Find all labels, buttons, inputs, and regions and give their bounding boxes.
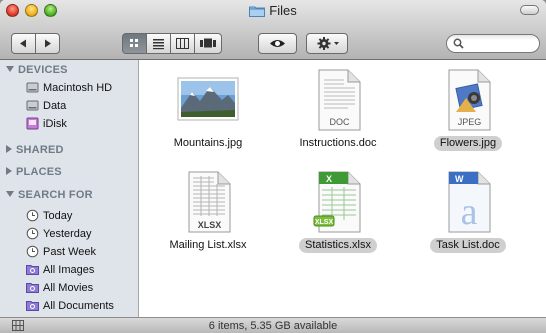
status-bar: 6 items, 5.35 GB available (0, 317, 546, 333)
sidebar-item-today[interactable]: Today (26, 208, 72, 224)
doc-badge: DOC (330, 117, 351, 127)
disclosure-triangle-icon (6, 167, 12, 176)
column-view-button[interactable] (170, 33, 195, 54)
svg-text:W: W (455, 174, 464, 184)
xlsx-badge: XLSX (315, 219, 334, 226)
toolbar-toggle-button[interactable] (520, 5, 539, 15)
hard-drive-icon (26, 82, 39, 93)
sidebar-item-yesterday[interactable]: Yesterday (26, 226, 92, 242)
file-item[interactable]: Mountains.jpg (149, 68, 267, 151)
search-input[interactable] (465, 36, 533, 51)
jpeg-badge: JPEG (458, 117, 482, 127)
sidebar-section-search-for[interactable]: SEARCH FOR (6, 188, 93, 202)
jpeg-preview-icon: JPEG (448, 69, 491, 131)
back-button[interactable] (11, 33, 36, 54)
document-icon: DOC (318, 69, 361, 131)
column-view-icon (176, 38, 189, 49)
file-name: Statistics.xlsx (298, 238, 377, 253)
disclosure-triangle-icon (6, 66, 14, 73)
file-item[interactable]: W a Task List.doc (409, 170, 527, 253)
title-toolbar: Files (0, 0, 546, 60)
file-item[interactable]: JPEG Flowers.jpg (409, 68, 527, 151)
file-name: Mailing List.xlsx (169, 239, 247, 251)
file-item[interactable]: DOC Instructions.doc (279, 68, 397, 151)
sidebar-item-idisk[interactable]: iDisk (26, 116, 67, 132)
hard-drive-icon (26, 100, 39, 111)
disclosure-triangle-icon (6, 145, 12, 154)
window-title-bar: Files (0, 2, 546, 19)
smart-folder-icon (26, 264, 39, 275)
icon-view-button[interactable] (122, 33, 147, 54)
excel-icon: X XLSX (313, 171, 361, 233)
file-item[interactable]: X XLSX Statistics.xlsx (279, 170, 397, 253)
smart-folder-icon (26, 282, 39, 293)
clock-icon (26, 227, 39, 239)
file-name: Task List.doc (430, 238, 506, 253)
search-icon (453, 38, 464, 49)
sidebar-section-places[interactable]: PLACES (6, 165, 62, 179)
idisk-icon (26, 117, 39, 130)
sidebar-item-data[interactable]: Data (26, 98, 66, 114)
xlsx-badge: XLSX (198, 220, 222, 230)
back-arrow-icon (20, 39, 26, 48)
clock-icon (26, 245, 39, 257)
chevron-down-icon (334, 42, 339, 45)
sidebar-item-all-movies[interactable]: All Movies (26, 280, 93, 296)
status-text: 6 items, 5.35 GB available (208, 320, 338, 332)
file-name: Mountains.jpg (173, 137, 243, 149)
finder-window: Files DEVICES Macintosh HD Data iDisk SH… (0, 0, 546, 333)
svg-text:X: X (326, 174, 332, 184)
action-menu-button[interactable] (306, 33, 348, 54)
disclosure-triangle-icon (6, 191, 14, 198)
cover-flow-button[interactable] (194, 33, 222, 54)
word-icon: W a (448, 171, 491, 233)
list-view-button[interactable] (146, 33, 171, 54)
file-name: Flowers.jpg (433, 136, 503, 151)
file-browser: Mountains.jpg DOC Instructions.doc JPEG … (139, 60, 546, 317)
forward-button[interactable] (35, 33, 60, 54)
file-item[interactable]: XLSX Mailing List.xlsx (149, 170, 267, 253)
sidebar-section-shared[interactable]: SHARED (6, 143, 64, 157)
spreadsheet-icon: XLSX (188, 171, 231, 233)
sidebar-item-macintosh-hd[interactable]: Macintosh HD (26, 80, 112, 96)
quick-look-button[interactable] (258, 33, 297, 54)
svg-text:a: a (461, 191, 478, 233)
forward-arrow-icon (45, 39, 51, 48)
file-name: Instructions.doc (299, 137, 377, 149)
clock-icon (26, 209, 39, 221)
gear-icon (317, 37, 339, 50)
sidebar-item-past-week[interactable]: Past Week (26, 244, 96, 260)
sidebar-section-devices[interactable]: DEVICES (6, 63, 68, 77)
icon-view-icon (130, 39, 138, 47)
sidebar-item-all-documents[interactable]: All Documents (26, 298, 114, 314)
window-title: Files (269, 3, 297, 18)
sidebar-item-all-images[interactable]: All Images (26, 262, 94, 278)
list-view-icon (153, 39, 164, 50)
search-field[interactable] (446, 34, 540, 53)
sidebar: DEVICES Macintosh HD Data iDisk SHARED P… (0, 60, 139, 317)
smart-folder-icon (26, 300, 39, 311)
cover-flow-icon (200, 38, 216, 48)
image-thumbnail-icon (177, 77, 239, 121)
folder-icon (249, 6, 266, 17)
eye-icon (270, 40, 285, 47)
